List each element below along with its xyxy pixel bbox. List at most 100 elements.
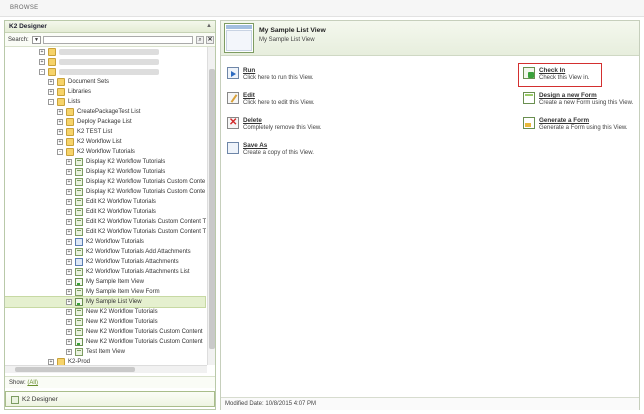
tree-item[interactable]: + K2 Workflow Tutorials Attachments List [5,267,205,277]
expand-icon[interactable]: + [66,319,72,325]
browse-tab[interactable]: BROWSE [10,5,38,11]
view-header: My Sample List View My Sample List View [221,21,639,56]
expand-icon[interactable]: + [66,349,72,355]
folder-icon [66,108,74,116]
tree-item[interactable]: + New K2 Workflow Tutorials Custom Conten… [5,337,205,347]
expand-icon[interactable]: + [57,109,63,115]
tree-item[interactable]: + Display K2 Workflow Tutorials [5,167,205,177]
expand-icon[interactable]: + [66,229,72,235]
design-link[interactable]: Design a new Form [539,92,597,99]
scrollbar-thumb[interactable] [209,69,215,349]
saveas-action[interactable]: Save As Create a copy of this View. [227,142,417,162]
tree-item-label: Document Sets [68,79,110,85]
expand-icon[interactable]: + [66,219,72,225]
expand-icon[interactable]: + [66,269,72,275]
expand-icon[interactable]: + [48,89,54,95]
view-icon [75,188,83,196]
run-link[interactable]: Run [243,67,255,74]
design-icon [523,92,535,104]
tree-item-label: Display K2 Workflow Tutorials Custom Con… [86,189,206,195]
tree-item[interactable]: + New K2 Workflow Tutorials Custom Conten… [5,327,205,337]
tree-item[interactable]: + Document Sets [5,77,205,87]
show-all-link[interactable]: (All) [27,380,38,386]
tree-item[interactable]: + K2 Workflow Tutorials Attachments [5,257,205,267]
expand-icon[interactable]: + [66,239,72,245]
search-dropdown-icon[interactable]: ▼ [32,36,41,44]
tree-item[interactable]: + Display K2 Workflow Tutorials Custom Co… [5,177,205,187]
folder-icon [66,118,74,126]
generate-link[interactable]: Generate a Form [539,117,589,124]
collapse-icon[interactable]: - [39,69,45,75]
scrollbar-thumb[interactable] [15,367,135,372]
saveas-link[interactable]: Save As [243,142,267,149]
expand-icon[interactable]: + [66,199,72,205]
tree-item[interactable]: + [5,47,205,57]
tree-horizontal-scrollbar[interactable] [5,365,207,373]
tree-item[interactable]: - Lists [5,97,205,107]
tree-item[interactable]: + K2 TEST List [5,127,205,137]
tree-item[interactable]: + My Sample Item View [5,277,205,287]
tree-item[interactable]: + Edit K2 Workflow Tutorials Custom Conte… [5,217,206,227]
tree-item[interactable]: + [5,57,205,67]
tree-item[interactable]: + Edit K2 Workflow Tutorials [5,197,205,207]
saveas-description: Create a copy of this View. [243,150,314,156]
tree-item[interactable]: + Display K2 Workflow Tutorials Custom Co… [5,187,205,197]
expand-icon[interactable]: + [66,189,72,195]
expand-icon[interactable]: + [66,289,72,295]
expand-icon[interactable]: + [66,329,72,335]
expand-icon[interactable]: + [39,49,45,55]
collapse-arrow-icon[interactable]: ▲ [206,23,212,29]
expand-icon[interactable]: + [66,309,72,315]
tree-item[interactable]: + Deploy Package List [5,117,205,127]
tree-item[interactable]: + Edit K2 Workflow Tutorials Custom Conte… [5,227,206,237]
delete-action[interactable]: DeleteCompletely remove this View. [227,117,417,137]
tree-item[interactable]: + New K2 Workflow Tutorials [5,317,205,327]
generate-action[interactable]: Generate a Form Generate a Form using thi… [523,117,644,137]
tree-item[interactable]: + Libraries [5,87,205,97]
expand-icon[interactable]: + [66,169,72,175]
tree-item[interactable]: + K2 Workflow Tutorials Add Attachments [5,247,205,257]
tree-item[interactable]: + Display K2 Workflow Tutorials [5,157,205,167]
expand-icon[interactable]: + [66,279,72,285]
expand-icon[interactable]: + [66,339,72,345]
expand-icon[interactable]: + [57,129,63,135]
expand-icon[interactable]: + [66,249,72,255]
tree-item[interactable]: + My Sample Item View Form [5,287,205,297]
search-icon[interactable]: ⌕ [196,36,204,44]
tree-item[interactable]: + K2 Workflow List [5,137,205,147]
expand-icon[interactable]: + [66,299,72,305]
tree-item[interactable]: + New K2 Workflow Tutorials [5,307,205,317]
view-icon [75,288,83,296]
tree-item[interactable]: + K2-Prod [5,357,205,365]
tree-item[interactable]: - [5,67,205,77]
search-input[interactable] [43,36,193,44]
edit-action[interactable]: Edit Click here to edit this View. [227,92,417,112]
tree-item[interactable]: + Test Item View [5,347,205,357]
collapse-icon[interactable]: - [48,99,54,105]
expand-icon[interactable]: + [57,139,63,145]
ribbon-bar: BROWSE [0,0,644,17]
delete-link[interactable]: Delete [243,117,262,124]
expand-icon[interactable]: + [66,179,72,185]
panel-title: K2 Designer [9,23,47,30]
tree-item[interactable]: + Edit K2 Workflow Tutorials [5,207,205,217]
expand-icon[interactable]: + [48,79,54,85]
tree-vertical-scrollbar[interactable] [207,47,215,365]
expand-icon[interactable]: + [39,59,45,65]
expand-icon[interactable]: + [57,119,63,125]
run-action[interactable]: Run Click here to run this View. [227,67,417,87]
edit-link[interactable]: Edit [243,92,255,99]
tree-item-selected[interactable]: + My Sample List View [5,296,206,308]
expand-icon[interactable]: + [66,159,72,165]
tree-item[interactable]: + CreatePackageTest List [5,107,205,117]
tree-item[interactable]: - K2 Workflow Tutorials [5,147,205,157]
expand-icon[interactable]: + [66,209,72,215]
k2-designer-tab[interactable]: K2 Designer [5,391,215,407]
tree-item[interactable]: + K2 Workflow Tutorials [5,237,205,247]
expand-icon[interactable]: + [66,259,72,265]
tree-item-label: Libraries [68,89,92,95]
delete-icon [227,117,239,129]
collapse-icon[interactable]: - [57,149,63,155]
design-action[interactable]: Design a new Form Create a new Form using… [523,92,644,112]
clear-search-icon[interactable]: ✕ [206,36,214,44]
